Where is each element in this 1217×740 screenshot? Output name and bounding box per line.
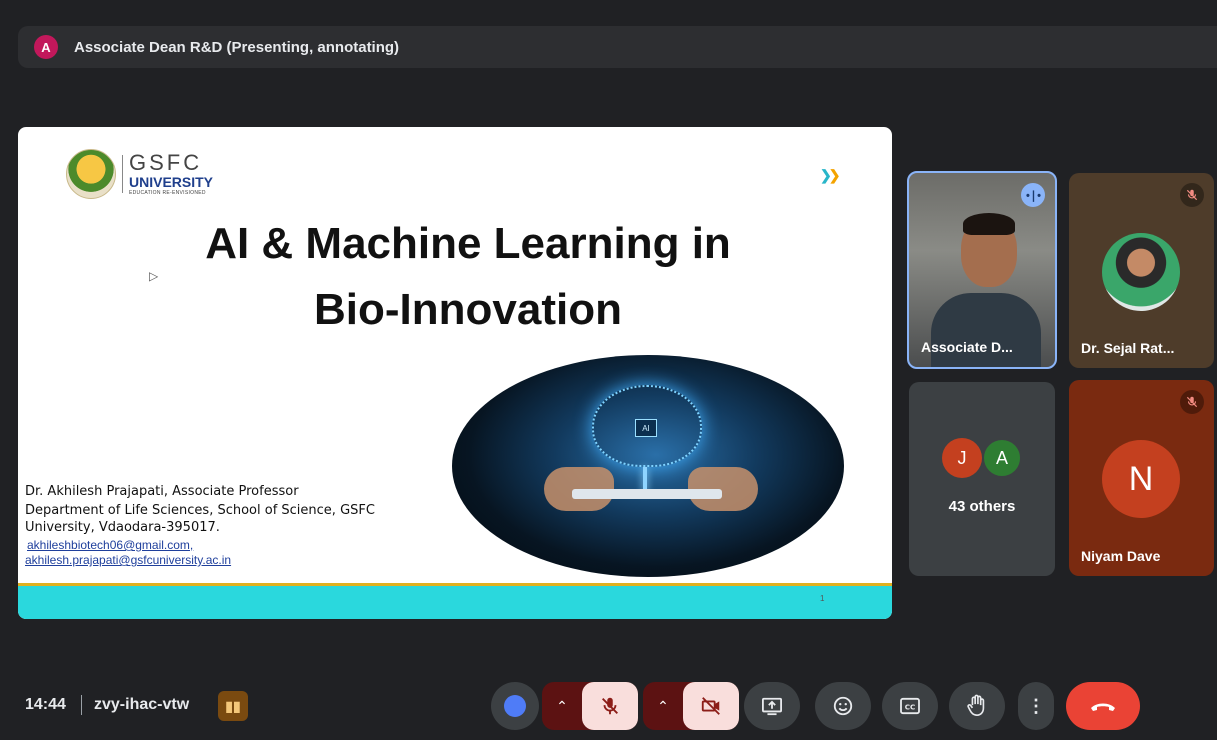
ai-brain-image: AI [452, 355, 844, 577]
presenter-avatar: A [34, 35, 58, 59]
others-count: 43 others [948, 498, 1016, 515]
slide-footer: 1 [18, 586, 892, 619]
mic-off-icon [1180, 183, 1204, 207]
avatar: N [1102, 440, 1180, 518]
presenter-title: Associate Dean R&D (Presenting, annotati… [74, 38, 400, 56]
mic-options-button[interactable]: ⌃ [542, 682, 582, 730]
meeting-code: zvy-ihac-vtw [94, 696, 190, 713]
mic-off-icon [602, 697, 618, 715]
ai-chip: AI [635, 419, 657, 437]
chevrons-icon: ❯❯ [820, 167, 840, 183]
author-name: Dr. Akhilesh Prajapati, Associate Profes… [25, 484, 299, 499]
avatar-a: A [982, 438, 1022, 478]
speaking-icon: •❘• [1021, 183, 1045, 207]
slide-title-line2: Bio-Innovation [314, 285, 622, 334]
pointer-cursor-icon: ▷ [149, 269, 159, 283]
camera-control-group: ⌃ [643, 682, 739, 730]
captions-icon: CC [900, 697, 920, 715]
divider [81, 695, 82, 715]
video-shirt [931, 293, 1041, 367]
mic-off-button[interactable] [582, 682, 638, 730]
tablet [572, 489, 722, 499]
camera-options-button[interactable]: ⌃ [643, 682, 683, 730]
avatar [1102, 233, 1180, 311]
more-vert-icon: ⋮ [1027, 695, 1045, 716]
participant-name: Associate D... [921, 339, 1013, 355]
avatar-j: J [942, 438, 982, 478]
email-link-1[interactable]: akhileshbiotech06@gmail.com, [25, 538, 445, 553]
logo-text: GSFC UNIVERSITY EDUCATION RE-ENVISIONED [129, 152, 213, 196]
participant-name: Dr. Sejal Rat... [1081, 340, 1175, 356]
participant-tile-associate-dean[interactable]: •❘• Associate D... [907, 171, 1057, 369]
logo-tree-icon [66, 149, 116, 199]
participant-tile-niyam[interactable]: N Niyam Dave [1069, 380, 1214, 576]
meet-window: A Associate Dean R&D (Presenting, annota… [0, 0, 1217, 740]
phone-hangup-icon [1091, 703, 1115, 711]
leave-call-button[interactable] [1066, 682, 1140, 730]
camera-off-icon [701, 697, 720, 715]
emoji-reactions-button[interactable] [815, 682, 871, 730]
blue-dot-icon [504, 695, 526, 717]
mic-off-icon [1180, 390, 1204, 414]
captions-button[interactable]: CC [882, 682, 938, 730]
svg-text:CC: CC [905, 703, 916, 712]
university-logo: GSFC UNIVERSITY EDUCATION RE-ENVISIONED [66, 149, 213, 199]
reactions-dot-button[interactable] [491, 682, 539, 730]
clock: 14:44 [25, 696, 66, 713]
participant-tile-sejal[interactable]: Dr. Sejal Rat... [1069, 173, 1214, 368]
raise-hand-button[interactable] [949, 682, 1005, 730]
participant-name: Niyam Dave [1081, 548, 1161, 564]
logo-subtitle: UNIVERSITY [129, 174, 214, 190]
present-screen-icon [762, 697, 782, 716]
video-hair [963, 213, 1015, 235]
logo-divider [122, 155, 123, 193]
camera-off-button[interactable] [683, 682, 739, 730]
presenter-bar: A Associate Dean R&D (Presenting, annota… [18, 26, 1217, 68]
logo-tagline: EDUCATION RE-ENVISIONED [129, 190, 206, 196]
participant-tile-others[interactable]: J A 43 others [909, 382, 1055, 576]
shared-screen: GSFC UNIVERSITY EDUCATION RE-ENVISIONED … [18, 127, 892, 619]
author-info: Dr. Akhilesh Prajapati, Associate Profes… [25, 483, 445, 568]
raise-hand-icon [967, 694, 985, 716]
slide-title-line1: AI & Machine Learning in [205, 219, 731, 268]
logo-name: GSFC [129, 150, 203, 175]
page-number: 1 [820, 594, 825, 603]
mic-control-group: ⌃ [542, 682, 638, 730]
author-department: Department of Life Sciences, School of S… [25, 503, 375, 535]
present-screen-button[interactable] [744, 682, 800, 730]
host-controls-icon[interactable]: ▮▮ [218, 691, 248, 721]
more-options-button[interactable]: ⋮ [1018, 682, 1054, 730]
emoji-icon [833, 696, 853, 716]
email-link-2[interactable]: akhilesh.prajapati@gsfcuniversity.ac.in [25, 553, 445, 568]
